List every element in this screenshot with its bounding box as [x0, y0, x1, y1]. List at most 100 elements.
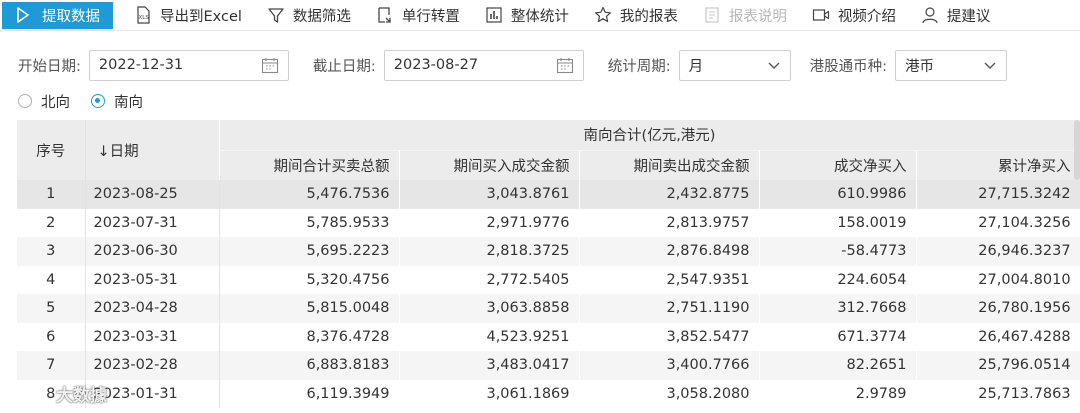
radio-southbound-label: 南向	[114, 94, 143, 111]
cell-cumulative: 27,004.8010	[916, 265, 1080, 294]
cell-net: 671.3774	[759, 322, 917, 351]
cell-seq: 6	[17, 322, 86, 351]
cell-sell: 3,400.7766	[579, 351, 760, 380]
cell-seq: 1	[17, 180, 86, 209]
suggestion-button[interactable]: 提建议	[908, 0, 1003, 31]
currency-label: 港股通币种:	[809, 58, 888, 75]
table-row[interactable]: 5 2023-04-28 5,815.0048 3,063.8858 2,751…	[17, 294, 1080, 323]
radio-circle[interactable]	[18, 94, 32, 108]
cell-buy: 3,061.1869	[399, 379, 580, 408]
cell-date: 2023-05-31	[85, 265, 220, 294]
cell-sell: 2,813.9757	[579, 208, 760, 237]
filter-icon	[267, 6, 285, 24]
suggestion-label: 提建议	[946, 8, 991, 25]
cell-seq: 8	[17, 379, 86, 408]
col-header-cumulative[interactable]: 累计净买入	[916, 150, 1080, 180]
col-header-buy[interactable]: 期间买入成交金额	[399, 150, 580, 180]
col-header-total[interactable]: 期间合计买卖总额	[219, 150, 400, 180]
cell-total: 5,320.4756	[219, 265, 400, 294]
cell-cumulative: 26,467.4288	[916, 322, 1080, 351]
report-notes-button[interactable]: 报表说明	[690, 0, 799, 31]
cell-net: 312.7668	[759, 294, 917, 323]
table-row[interactable]: 7 2023-02-28 6,883.8183 3,483.0417 3,400…	[17, 351, 1080, 380]
my-reports-button[interactable]: 我的报表	[581, 0, 690, 31]
cell-date: 2023-01-31	[85, 379, 220, 408]
document-icon	[703, 6, 721, 24]
export-excel-button[interactable]: XLS 导出到Excel	[121, 0, 254, 31]
radio-circle[interactable]	[91, 94, 105, 108]
table-row[interactable]: 3 2023-06-30 5,695.2223 2,818.3725 2,876…	[17, 237, 1080, 266]
cell-buy: 3,043.8761	[399, 180, 580, 209]
cell-sell: 2,547.9351	[579, 265, 760, 294]
cell-sell: 2,876.8498	[579, 237, 760, 266]
cell-seq: 2	[17, 208, 86, 237]
radio-southbound[interactable]: 南向	[91, 91, 143, 112]
video-intro-button[interactable]: 视频介绍	[799, 0, 908, 31]
cell-total: 5,785.9533	[219, 208, 400, 237]
cell-date: 2023-04-28	[85, 294, 220, 323]
col-header-net[interactable]: 成交净买入	[759, 150, 917, 180]
table-row[interactable]: 2 2023-07-31 5,785.9533 2,971.9776 2,813…	[17, 208, 1080, 237]
cell-cumulative: 25,796.0514	[916, 351, 1080, 380]
col-header-seq: 序号	[17, 120, 86, 180]
cell-total: 5,695.2223	[219, 237, 400, 266]
radio-northbound[interactable]: 北向	[18, 91, 70, 112]
cell-buy: 3,063.8858	[399, 294, 580, 323]
cell-seq: 3	[17, 237, 86, 266]
video-intro-label: 视频介绍	[837, 8, 896, 25]
cell-buy: 2,818.3725	[399, 237, 580, 266]
table-header: 序号 ↓日期 南向合计(亿元,港元) 期间合计买卖总额 期间买入成交金额 期间卖…	[17, 120, 1080, 180]
cell-date: 2023-07-31	[85, 208, 220, 237]
overall-stats-button[interactable]: 整体统计	[472, 0, 581, 31]
calendar-icon[interactable]	[556, 57, 574, 74]
star-icon	[594, 6, 612, 24]
table-row[interactable]: 1 2023-08-25 5,476.7536 3,043.8761 2,432…	[17, 180, 1080, 209]
cell-cumulative: 25,713.7863	[916, 379, 1080, 408]
cell-net: 82.2651	[759, 351, 917, 380]
chevron-down-icon	[983, 58, 997, 72]
currency-value: 港币	[905, 58, 935, 75]
cell-cumulative: 27,715.3242	[916, 180, 1080, 209]
end-date-label: 截止日期:	[312, 58, 376, 75]
table-row[interactable]: 4 2023-05-31 5,320.4756 2,772.5405 2,547…	[17, 265, 1080, 294]
video-icon	[812, 6, 830, 24]
cell-net: -58.4773	[759, 237, 917, 266]
period-select[interactable]: 月	[678, 49, 791, 81]
calendar-icon[interactable]	[261, 57, 279, 74]
start-date-input[interactable]: 2022-12-31	[88, 49, 289, 81]
cell-seq: 5	[17, 294, 86, 323]
report-notes-label: 报表说明	[728, 8, 787, 25]
col-header-date[interactable]: ↓日期	[85, 120, 220, 180]
transpose-icon	[376, 6, 394, 24]
end-date-input[interactable]: 2023-08-27	[383, 49, 584, 81]
fetch-data-label: 提取数据	[42, 8, 100, 25]
col-group-southbound-total: 南向合计(亿元,港元)	[219, 120, 1080, 151]
start-date-value: 2022-12-31	[98, 57, 184, 73]
cell-buy: 2,772.5405	[399, 265, 580, 294]
fetch-data-button[interactable]: 提取数据	[2, 1, 113, 29]
cell-buy: 3,483.0417	[399, 351, 580, 380]
vertical-scrollbar[interactable]	[1074, 120, 1080, 180]
currency-select[interactable]: 港币	[895, 49, 1008, 81]
cell-sell: 3,852.5477	[579, 322, 760, 351]
play-icon	[14, 6, 32, 24]
overall-stats-label: 整体统计	[510, 8, 569, 25]
cell-date: 2023-03-31	[85, 322, 220, 351]
cell-net: 158.0019	[759, 208, 917, 237]
col-header-sell[interactable]: 期间卖出成交金额	[579, 150, 760, 180]
excel-icon: XLS	[134, 6, 152, 24]
cell-total: 5,815.0048	[219, 294, 400, 323]
toolbar: 提取数据 XLS 导出到Excel 数据筛选 单行转置 整体统计 我的报表 报表…	[0, 0, 1080, 31]
table-row[interactable]: 6 2023-03-31 8,376.4728 4,523.9251 3,852…	[17, 322, 1080, 351]
cell-seq: 7	[17, 351, 86, 380]
cell-cumulative: 26,780.1956	[916, 294, 1080, 323]
cell-date: 2023-06-30	[85, 237, 220, 266]
cell-net: 2.9789	[759, 379, 917, 408]
table-row[interactable]: 8 2023-01-31 6,119.3949 3,061.1869 3,058…	[17, 379, 1080, 408]
filter-bar: 开始日期: 2022-12-31 截止日期: 2023-08-27 统计周期: …	[0, 44, 1080, 86]
export-excel-label: 导出到Excel	[160, 8, 242, 25]
transpose-button[interactable]: 单行转置	[363, 0, 472, 31]
cell-net: 224.6054	[759, 265, 917, 294]
data-filter-button[interactable]: 数据筛选	[254, 0, 363, 31]
cell-total: 5,476.7536	[219, 180, 400, 209]
